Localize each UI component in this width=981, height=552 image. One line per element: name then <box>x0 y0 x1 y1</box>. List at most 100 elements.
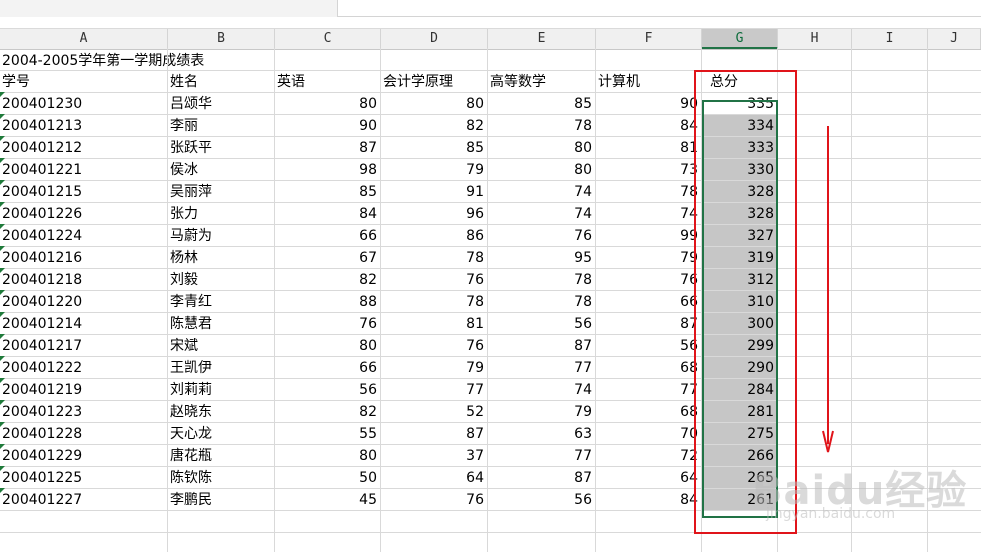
score-cell[interactable]: 77 <box>488 357 595 378</box>
score-cell[interactable]: 87 <box>488 335 595 356</box>
score-cell[interactable]: 79 <box>596 247 701 268</box>
student-id-cell[interactable]: 200401230 <box>0 93 167 114</box>
total-score-cell[interactable]: 300 <box>702 313 777 334</box>
name-cell[interactable]: 李鹏民 <box>168 489 274 510</box>
student-id-cell[interactable]: 200401221 <box>0 159 167 180</box>
student-id-cell[interactable]: 200401218 <box>0 269 167 290</box>
header-cell[interactable]: 姓名 <box>168 71 275 93</box>
score-cell[interactable]: 87 <box>275 137 380 158</box>
name-cell[interactable]: 刘莉莉 <box>168 379 274 400</box>
student-id-cell[interactable]: 200401227 <box>0 489 167 510</box>
score-cell[interactable]: 99 <box>596 225 701 246</box>
score-cell[interactable]: 91 <box>381 181 487 202</box>
total-score-cell[interactable]: 335 <box>702 93 777 114</box>
name-cell[interactable]: 吕颂华 <box>168 93 274 114</box>
score-cell[interactable]: 80 <box>381 93 487 114</box>
score-cell[interactable]: 82 <box>381 115 487 136</box>
score-cell[interactable]: 78 <box>381 247 487 268</box>
column-header-c[interactable]: C <box>275 29 381 49</box>
sheet-title-cell[interactable]: 2004-2005学年第一学期成绩表 <box>0 50 340 72</box>
student-id-cell[interactable]: 200401229 <box>0 445 167 466</box>
name-cell[interactable]: 王凯伊 <box>168 357 274 378</box>
score-cell[interactable]: 85 <box>488 93 595 114</box>
score-cell[interactable]: 81 <box>596 137 701 158</box>
score-cell[interactable]: 76 <box>381 489 487 510</box>
student-id-cell[interactable]: 200401213 <box>0 115 167 136</box>
name-cell[interactable]: 李丽 <box>168 115 274 136</box>
score-cell[interactable]: 77 <box>381 379 487 400</box>
name-cell[interactable]: 杨林 <box>168 247 274 268</box>
score-cell[interactable]: 77 <box>488 445 595 466</box>
student-id-cell[interactable]: 200401225 <box>0 467 167 488</box>
column-header-d[interactable]: D <box>381 29 488 49</box>
score-cell[interactable]: 87 <box>488 467 595 488</box>
student-id-cell[interactable]: 200401215 <box>0 181 167 202</box>
header-cell[interactable]: 英语 <box>275 71 381 93</box>
total-score-cell[interactable]: 319 <box>702 247 777 268</box>
column-header-g[interactable]: G <box>702 29 778 49</box>
header-cell[interactable]: 会计学原理 <box>381 71 488 93</box>
student-id-cell[interactable]: 200401217 <box>0 335 167 356</box>
score-cell[interactable]: 74 <box>488 203 595 224</box>
score-cell[interactable]: 50 <box>275 467 380 488</box>
student-id-cell[interactable]: 200401216 <box>0 247 167 268</box>
score-cell[interactable]: 87 <box>381 423 487 444</box>
total-score-cell[interactable]: 281 <box>702 401 777 422</box>
score-cell[interactable]: 74 <box>488 181 595 202</box>
score-cell[interactable]: 82 <box>275 269 380 290</box>
score-cell[interactable]: 78 <box>488 115 595 136</box>
column-header-h[interactable]: H <box>778 29 852 49</box>
score-cell[interactable]: 87 <box>596 313 701 334</box>
header-cell[interactable]: 学号 <box>0 71 168 93</box>
score-cell[interactable]: 78 <box>488 291 595 312</box>
score-cell[interactable]: 63 <box>488 423 595 444</box>
total-score-cell[interactable]: 275 <box>702 423 777 444</box>
header-cell[interactable]: 总分 <box>702 71 778 93</box>
student-id-cell[interactable]: 200401226 <box>0 203 167 224</box>
column-header-a[interactable]: A <box>0 29 168 49</box>
score-cell[interactable]: 78 <box>596 181 701 202</box>
header-cell[interactable]: 计算机 <box>596 71 702 93</box>
score-cell[interactable]: 67 <box>275 247 380 268</box>
score-cell[interactable]: 76 <box>488 225 595 246</box>
column-header-i[interactable]: I <box>852 29 928 49</box>
score-cell[interactable]: 72 <box>596 445 701 466</box>
score-cell[interactable]: 76 <box>596 269 701 290</box>
name-cell[interactable]: 陈慧君 <box>168 313 274 334</box>
score-cell[interactable]: 90 <box>275 115 380 136</box>
score-cell[interactable]: 86 <box>381 225 487 246</box>
column-header-f[interactable]: F <box>596 29 702 49</box>
score-cell[interactable]: 77 <box>596 379 701 400</box>
total-score-cell[interactable]: 327 <box>702 225 777 246</box>
score-cell[interactable]: 84 <box>275 203 380 224</box>
formula-bar[interactable] <box>337 0 981 17</box>
total-score-cell[interactable]: 261 <box>702 489 777 510</box>
total-score-cell[interactable]: 310 <box>702 291 777 312</box>
score-cell[interactable]: 70 <box>596 423 701 444</box>
score-cell[interactable]: 76 <box>381 269 487 290</box>
score-cell[interactable]: 74 <box>596 203 701 224</box>
total-score-cell[interactable]: 328 <box>702 181 777 202</box>
score-cell[interactable]: 80 <box>275 445 380 466</box>
total-score-cell[interactable]: 265 <box>702 467 777 488</box>
score-cell[interactable]: 85 <box>275 181 380 202</box>
score-cell[interactable]: 84 <box>596 115 701 136</box>
score-cell[interactable]: 85 <box>381 137 487 158</box>
score-cell[interactable]: 76 <box>275 313 380 334</box>
student-id-cell[interactable]: 200401212 <box>0 137 167 158</box>
score-cell[interactable]: 81 <box>381 313 487 334</box>
student-id-cell[interactable]: 200401214 <box>0 313 167 334</box>
total-score-cell[interactable]: 330 <box>702 159 777 180</box>
student-id-cell[interactable]: 200401220 <box>0 291 167 312</box>
score-cell[interactable]: 80 <box>488 159 595 180</box>
header-cell[interactable]: 高等数学 <box>488 71 596 93</box>
total-score-cell[interactable]: 333 <box>702 137 777 158</box>
score-cell[interactable]: 74 <box>488 379 595 400</box>
name-cell[interactable]: 陈钦陈 <box>168 467 274 488</box>
score-cell[interactable]: 56 <box>488 489 595 510</box>
score-cell[interactable]: 64 <box>596 467 701 488</box>
total-score-cell[interactable]: 312 <box>702 269 777 290</box>
score-cell[interactable]: 79 <box>381 159 487 180</box>
name-cell[interactable]: 李青红 <box>168 291 274 312</box>
student-id-cell[interactable]: 200401219 <box>0 379 167 400</box>
